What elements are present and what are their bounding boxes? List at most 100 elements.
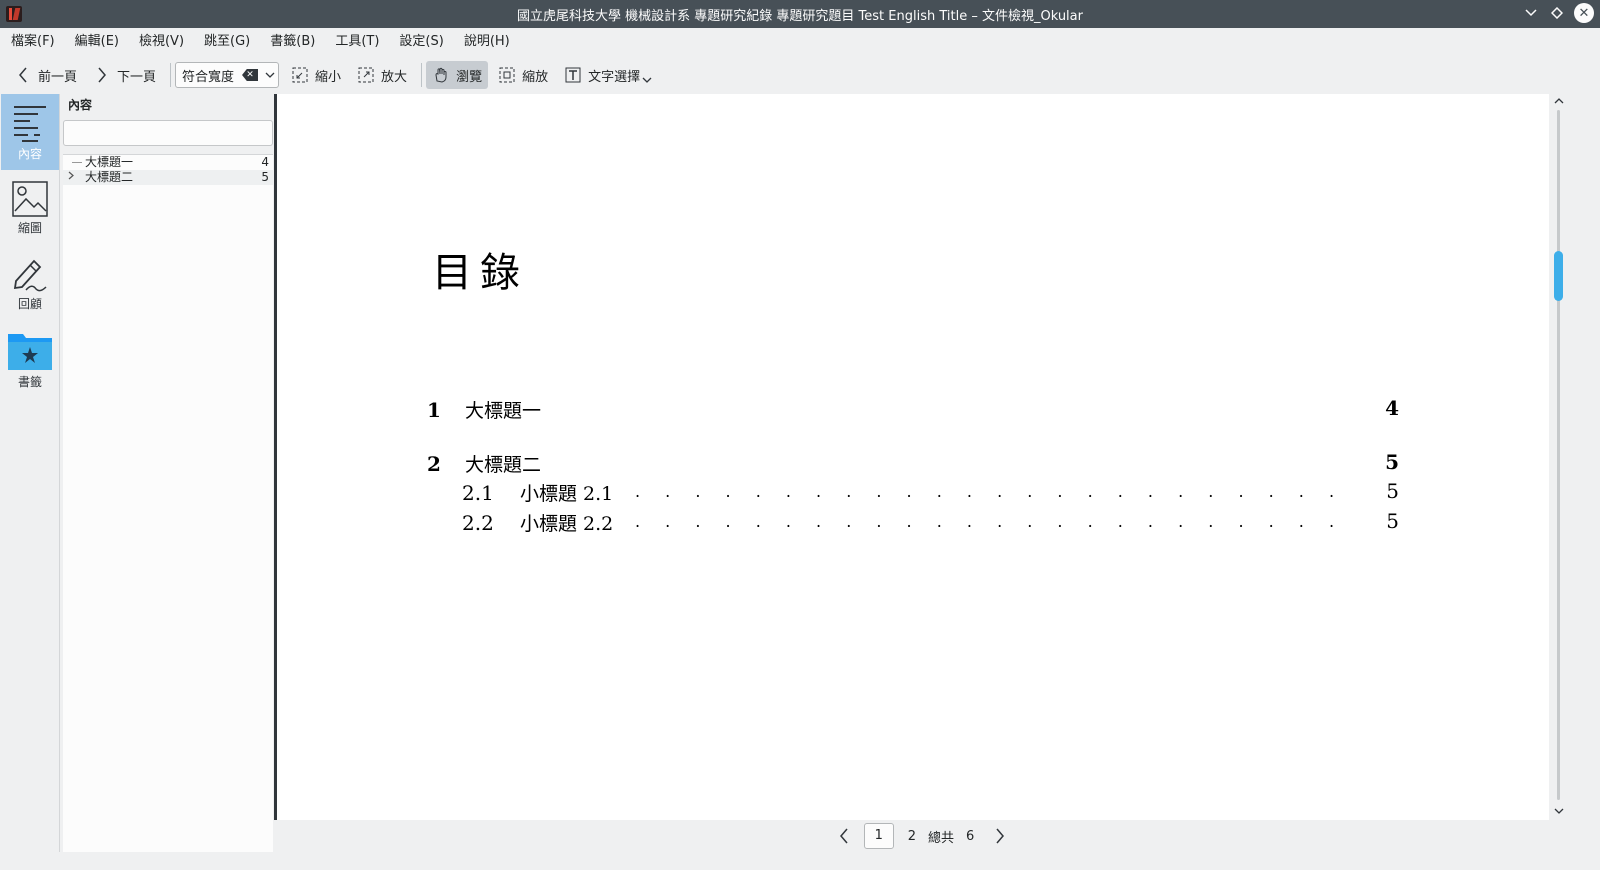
contents-search-input[interactable] — [63, 120, 273, 146]
zoom-out-button[interactable]: 縮小 — [285, 61, 347, 89]
scroll-down-icon[interactable] — [1553, 806, 1565, 818]
previous-page-button[interactable]: 前一頁 — [8, 61, 83, 89]
entry-page: 5 — [1385, 450, 1399, 474]
thumbnails-icon — [12, 180, 48, 217]
chevron-left-icon — [14, 66, 32, 84]
zoom-in-button[interactable]: 放大 — [351, 61, 413, 89]
menu-help[interactable]: 說明(H) — [457, 30, 517, 54]
text-select-button[interactable]: 文字選擇 — [558, 61, 658, 89]
expand-chevron-icon[interactable] — [63, 170, 85, 185]
text-select-label: 文字選擇 — [588, 69, 641, 85]
next-page-number: 2 — [907, 828, 916, 844]
sidebar-item-label: 內容 — [17, 146, 42, 161]
toc-item-page: 5 — [261, 170, 269, 184]
close-icon[interactable]: ✕ — [1574, 3, 1594, 23]
menu-edit[interactable]: 編輯(E) — [68, 30, 126, 54]
maximize-icon[interactable] — [1548, 3, 1566, 23]
vertical-scrollbar[interactable] — [1551, 94, 1566, 820]
entry-text: 小標題 2.1 — [520, 483, 614, 505]
zoom-tool-button[interactable]: 縮放 — [492, 61, 554, 89]
bookmarks-folder-icon — [8, 333, 52, 370]
toc-entry[interactable]: 2.2 小標題 2.2 — [462, 509, 613, 536]
next-page-icon[interactable] — [988, 824, 1012, 848]
leader-dots: . . . . . . . . . . . . . . . . . . . . … — [635, 512, 1345, 531]
hand-icon — [432, 66, 450, 84]
minimize-icon[interactable] — [1522, 3, 1540, 23]
toc-item-label: 大標題一 — [85, 155, 134, 169]
menu-tools[interactable]: 工具(T) — [328, 30, 386, 54]
previous-page-icon[interactable] — [832, 824, 856, 848]
chevron-down-icon[interactable] — [642, 75, 652, 86]
document-view[interactable]: 目錄 1 大標題一 4 2 大標題二 5 2.1 小標題 2.1 . . . .… — [277, 94, 1549, 820]
sidebar-item-review[interactable]: 回顧 — [1, 246, 59, 322]
menu-go[interactable]: 跳至(G) — [197, 30, 257, 54]
entry-number: 1 — [427, 398, 441, 422]
toolbar-separator — [421, 63, 423, 87]
menu-bar: 檔案(F) 編輯(E) 檢視(V) 跳至(G) 書籤(B) 工具(T) 設定(S… — [0, 28, 1600, 56]
entry-text: 大標題二 — [465, 454, 542, 476]
page-number-input[interactable]: 1 — [863, 823, 894, 849]
window-titlebar: 國立虎尾科技大學 機械設計系 專題研究紀錄 專題研究題目 Test Englis… — [0, 0, 1600, 28]
side-panel-selector: 內容 縮圖 回顧 書籤 — [1, 94, 60, 870]
entry-text: 大標題一 — [465, 400, 542, 422]
sidebar-item-label: 縮圖 — [17, 220, 42, 235]
entry-page: 5 — [1386, 509, 1399, 533]
toc-entry[interactable]: 1 大標題一 — [427, 396, 541, 423]
main-toolbar: 前一頁 下一頁 符合寬度 ✕ 縮小 放大 瀏覽 縮放 文字選擇 — [0, 58, 1600, 92]
browse-tool-button[interactable]: 瀏覽 — [426, 61, 489, 89]
sidebar-item-label: 回顧 — [17, 296, 42, 311]
okular-app-icon[interactable] — [6, 6, 22, 22]
scroll-up-icon[interactable] — [1553, 96, 1565, 108]
toc-tree: 大標題一 4 大標題二 5 — [63, 154, 273, 870]
sidebar-item-label: 書籤 — [17, 374, 42, 389]
menu-file[interactable]: 檔案(F) — [4, 30, 62, 54]
clear-text-icon[interactable]: ✕ — [242, 69, 259, 81]
menu-bookmarks[interactable]: 書籤(B) — [263, 30, 322, 54]
menu-settings[interactable]: 設定(S) — [392, 30, 450, 54]
text-select-icon — [564, 66, 582, 84]
toc-item-label: 大標題二 — [85, 170, 134, 184]
total-pages: 6 — [966, 828, 975, 844]
zoom-out-label: 縮小 — [315, 69, 342, 85]
zoom-level-combo[interactable]: 符合寬度 ✕ — [175, 62, 280, 88]
chevron-right-icon — [93, 66, 111, 84]
toc-entry[interactable]: 2.1 小標題 2.1 — [462, 479, 613, 506]
panel-title: 內容 — [68, 98, 93, 112]
toc-entry[interactable]: 2 大標題二 — [427, 450, 541, 477]
next-page-label: 下一頁 — [117, 69, 157, 85]
scrollbar-thumb[interactable] — [1554, 250, 1563, 301]
entry-text: 小標題 2.2 — [520, 513, 614, 535]
toc-item[interactable]: 大標題一 4 — [63, 155, 273, 170]
sidebar-item-contents[interactable]: 內容 — [1, 94, 59, 170]
zoom-out-icon — [291, 66, 309, 84]
entry-number: 2 — [427, 452, 441, 476]
status-strip — [0, 852, 1600, 870]
entry-number: 2.2 — [462, 511, 494, 535]
review-pen-icon — [13, 259, 47, 291]
zoom-in-label: 放大 — [381, 69, 408, 85]
leader-dots: . . . . . . . . . . . . . . . . . . . . … — [635, 482, 1345, 501]
previous-page-label: 前一頁 — [38, 69, 78, 85]
sidebar-item-bookmarks[interactable]: 書籤 — [1, 322, 59, 398]
zoom-select-icon — [498, 66, 516, 84]
entry-number: 2.1 — [462, 481, 494, 505]
next-page-button[interactable]: 下一頁 — [87, 61, 162, 89]
tree-line — [72, 162, 82, 163]
toc-item[interactable]: 大標題二 5 — [63, 170, 273, 185]
scrollbar-track[interactable] — [1557, 110, 1560, 800]
window-title: 國立虎尾科技大學 機械設計系 專題研究紀錄 專題研究題目 Test Englis… — [517, 8, 1083, 24]
toolbar-separator — [170, 63, 172, 87]
sidebar-item-thumbnails[interactable]: 縮圖 — [1, 170, 59, 246]
total-label: 總共 — [927, 830, 954, 846]
contents-icon — [14, 105, 46, 142]
entry-page: 5 — [1386, 479, 1399, 503]
zoom-tool-label: 縮放 — [522, 69, 549, 85]
chevron-down-icon[interactable] — [262, 70, 278, 81]
browse-tool-label: 瀏覽 — [456, 69, 483, 85]
entry-page: 4 — [1385, 396, 1399, 420]
zoom-in-icon — [357, 66, 375, 84]
toc-item-page: 4 — [261, 155, 269, 169]
menu-view[interactable]: 檢視(V) — [132, 30, 191, 54]
contents-panel: 內容 大標題一 4 大標題二 5 — [62, 94, 274, 870]
page-heading: 目錄 — [432, 250, 528, 296]
